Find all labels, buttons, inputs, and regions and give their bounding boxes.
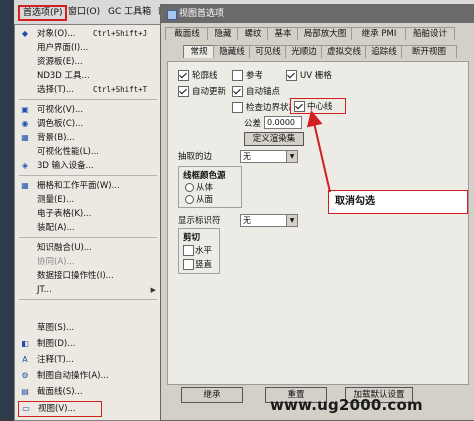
watermark-text: www.ug2000.com <box>270 396 423 414</box>
annotation-arrow <box>306 110 331 193</box>
